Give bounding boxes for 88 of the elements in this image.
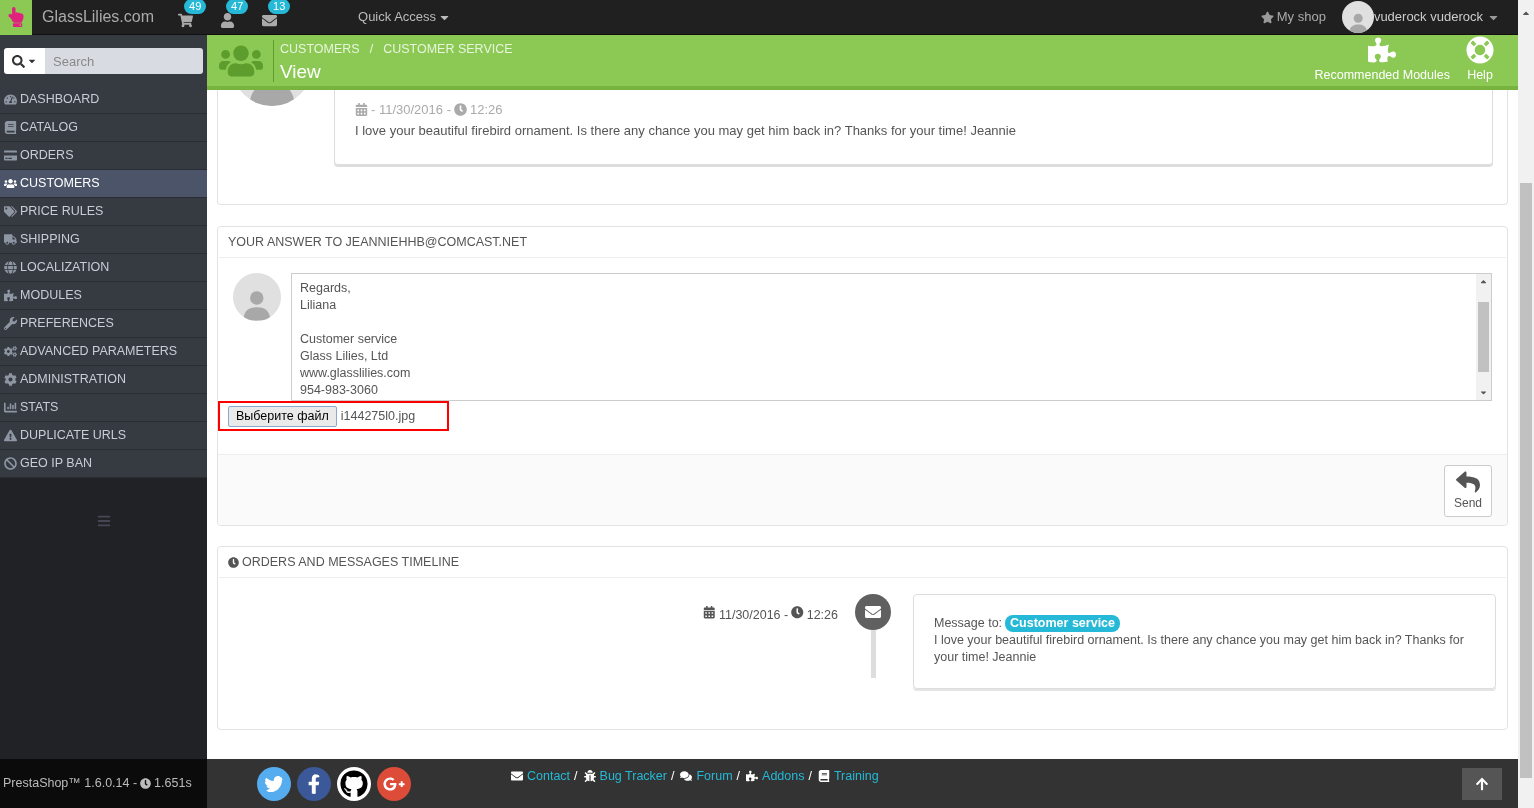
notification-count: 49 (184, 0, 207, 14)
twitter-icon[interactable] (257, 767, 291, 801)
shop-name[interactable]: GlassLilies.com (42, 5, 155, 29)
google-plus-icon[interactable] (377, 767, 411, 801)
bug-icon (583, 770, 596, 783)
choose-file-button[interactable]: Выберите файл (228, 405, 337, 427)
sidebar-item[interactable]: DUPLICATE URLS (0, 422, 207, 450)
caret-down-icon (1479, 388, 1488, 397)
message-text: I love your beautiful firebird ornament. Is there any chance you may get him back in? Thanks for your time! Jeannie (934, 632, 1465, 666)
calendar-icon (355, 103, 368, 117)
cart-icon[interactable] (178, 12, 194, 28)
sidebar-item[interactable]: ORDERS (0, 142, 207, 170)
comments-icon (680, 770, 693, 783)
sidebar-item[interactable]: CUSTOMERS (0, 170, 207, 198)
footer-link[interactable]: Forum (696, 767, 733, 786)
send-button[interactable]: Send (1444, 465, 1492, 517)
envelope-icon (855, 594, 891, 630)
page-title: View (280, 61, 322, 82)
my-shop-link[interactable]: My shop (1260, 7, 1326, 27)
answer-line: Regards, (300, 280, 352, 297)
sidebar-item[interactable]: ADMINISTRATION (0, 366, 207, 394)
load-time: 1.651s (154, 775, 192, 793)
footer-link[interactable]: Addons (762, 767, 805, 786)
sidebar-item[interactable]: ADVANCED PARAMETERS (0, 338, 207, 366)
answer-line: Customer service (300, 331, 399, 348)
sidebar-item[interactable]: GEO IP BAN (0, 450, 207, 478)
message-time: 12:26 (470, 101, 503, 119)
arrow-up-icon (1475, 777, 1489, 791)
answer-line: www.glasslilies.com (300, 365, 412, 382)
version-text: PrestaShop™ 1.6.0.14 - (3, 775, 138, 793)
link-separator: / (574, 768, 578, 785)
clock-icon (454, 103, 467, 117)
answer-line: Glass Lilies, Ltd (300, 348, 390, 365)
link-separator: / (670, 768, 675, 785)
sidebar-item[interactable]: STATS (0, 394, 207, 422)
answer-box[interactable]: Regards, Liliana Customer service Glass Lilies, Ltd www.glasslilies.com 954-983-3060 (291, 273, 1492, 401)
sidebar-item[interactable]: PRICE RULES (0, 198, 207, 226)
caret-up-icon (1479, 277, 1488, 286)
footer-link[interactable]: Training (833, 767, 879, 786)
book-icon (817, 770, 830, 783)
panel-heading: YOUR ANSWER TO JEANNIEHHB@COMCAST.NET (228, 233, 528, 251)
user-menu[interactable]: vuderock vuderock (1373, 7, 1500, 27)
user-icon[interactable] (220, 12, 236, 28)
clock-icon (228, 556, 239, 568)
search-icon (12, 54, 25, 68)
message-date: - 11/30/2016 - (371, 101, 451, 119)
panel-heading: ORDERS AND MESSAGES TIMELINE (242, 553, 460, 571)
calendar-icon (703, 606, 716, 619)
puzzle-icon (1368, 36, 1397, 65)
timeline-time: 12:26 (806, 607, 838, 624)
message-text: I love your beautiful firebird ornament. Is there any chance you may get him back in? Thanks for your time! Jeannie (355, 121, 1017, 140)
puzzle-icon (746, 770, 759, 783)
clock-icon (140, 778, 152, 789)
sidebar-item[interactable]: DASHBOARD (0, 86, 207, 114)
github-icon[interactable] (337, 767, 371, 801)
envelope-icon (511, 770, 523, 783)
sidebar-item[interactable]: CATALOG (0, 114, 207, 142)
timeline-date: 11/30/2016 - (718, 607, 789, 624)
breadcrumb-separator: / (369, 40, 374, 58)
textarea-scrollbar[interactable] (1476, 274, 1491, 400)
search-field[interactable]: Search (45, 48, 203, 74)
star-icon (1260, 10, 1274, 24)
sidebar-item[interactable]: MODULES (0, 282, 207, 310)
file-name: i144275l0.jpg (340, 407, 416, 425)
avatar (233, 273, 281, 321)
link-separator: / (808, 768, 812, 785)
quick-access-menu[interactable]: Quick Access (358, 7, 452, 27)
help-icon (1466, 36, 1494, 65)
link-separator: / (736, 768, 741, 785)
sidebar-item[interactable]: LOCALIZATION (0, 254, 207, 282)
clock-icon (791, 606, 804, 619)
notification-count: 13 (268, 0, 291, 14)
envelope-icon[interactable] (262, 12, 278, 28)
recipient-tag: Customer service (1005, 615, 1120, 632)
message-prefix: Message to: (934, 615, 1003, 632)
sidebar-item[interactable]: PREFERENCES (0, 310, 207, 338)
facebook-icon[interactable] (297, 767, 331, 801)
reply-icon (1456, 470, 1480, 494)
avatar (1341, 1, 1374, 33)
scroll-top-button[interactable] (1462, 768, 1502, 800)
footer-link[interactable]: Contact (527, 767, 571, 786)
footer-link[interactable]: Bug Tracker (599, 767, 667, 786)
answer-line: 954-983-3060 (300, 382, 379, 399)
page-scrollbar[interactable] (1518, 35, 1534, 808)
search-scope-button[interactable] (4, 48, 45, 74)
answer-line: Liliana (300, 297, 338, 314)
notification-count: 47 (226, 0, 249, 14)
sidebar-item[interactable]: SHIPPING (0, 226, 207, 254)
